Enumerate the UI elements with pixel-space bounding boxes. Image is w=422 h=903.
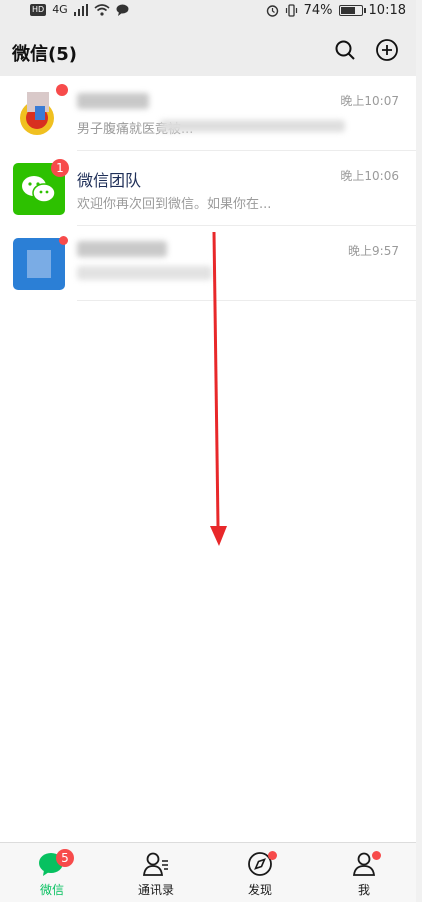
tab-label: 发现 [247,883,272,897]
contacts-icon [142,852,168,876]
me-dot [372,851,381,860]
tab-discover[interactable]: 发现 [208,843,312,903]
tab-label: 通讯录 [137,883,174,897]
tab-label: 微信 [39,883,64,897]
tab-wechat[interactable]: 5 微信 [0,843,104,903]
discover-dot [268,851,277,860]
tab-me[interactable]: 我 [312,843,416,903]
arrow-annotation [210,231,227,546]
scroll-edge [416,0,422,902]
tab-contacts[interactable]: 通讯录 [104,843,208,903]
bottom-tab-bar: 5 微信 通讯录 发现 我 [0,842,416,902]
tab-label: 我 [357,883,370,897]
tab-badge: 5 [56,849,74,867]
